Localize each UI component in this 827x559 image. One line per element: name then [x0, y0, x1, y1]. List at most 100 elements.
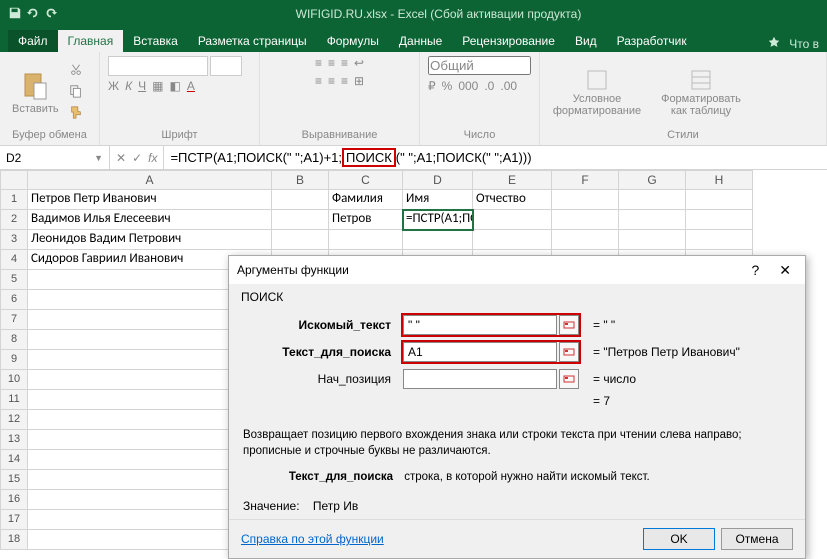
fill-color-icon[interactable]: ◧	[170, 79, 181, 93]
cell[interactable]	[272, 230, 329, 250]
align-bottom-icon[interactable]: ≡	[341, 56, 348, 70]
cut-icon[interactable]	[69, 63, 83, 80]
merge-icon[interactable]: ⊞	[354, 74, 364, 88]
inc-decimal-icon[interactable]: .0	[484, 79, 494, 93]
tab-developer[interactable]: Разработчик	[607, 30, 697, 52]
chevron-down-icon[interactable]: ▼	[94, 153, 103, 163]
row-header[interactable]: 3	[0, 230, 28, 250]
collapse-dialog-icon[interactable]	[559, 369, 579, 389]
row-header[interactable]: 12	[0, 410, 28, 430]
row-header[interactable]: 4	[0, 250, 28, 270]
dialog-titlebar[interactable]: Аргументы функции ? ✕	[229, 256, 805, 284]
col-header[interactable]: A	[28, 170, 272, 190]
row-header[interactable]: 9	[0, 350, 28, 370]
tab-view[interactable]: Вид	[565, 30, 607, 52]
col-header[interactable]: B	[272, 170, 329, 190]
row-header[interactable]: 13	[0, 430, 28, 450]
row-header[interactable]: 10	[0, 370, 28, 390]
name-box[interactable]: ▼	[0, 146, 110, 169]
underline-icon[interactable]: Ч	[138, 79, 146, 93]
row-header[interactable]: 11	[0, 390, 28, 410]
dialog-close-icon[interactable]: ✕	[773, 262, 797, 279]
formula-input[interactable]: =ПСТР(A1;ПОИСК(" ";A1)+1;ПОИСК(" ";A1;ПО…	[164, 146, 827, 169]
fx-icon[interactable]: fx	[148, 151, 157, 165]
arg3-input[interactable]	[403, 369, 557, 389]
italic-icon[interactable]: К	[125, 79, 132, 93]
tab-insert[interactable]: Вставка	[123, 30, 188, 52]
align-top-icon[interactable]: ≡	[315, 56, 322, 70]
font-size-select[interactable]	[210, 56, 242, 76]
arg2-input[interactable]	[403, 342, 557, 362]
font-color-icon[interactable]: А	[187, 79, 195, 93]
collapse-dialog-icon[interactable]	[559, 342, 579, 362]
cell[interactable]: =ПСТР(A1;ПОИСК(" ";A1)+1;ПОИСК(" ";A1;ПО…	[403, 210, 473, 230]
row-header[interactable]: 17	[0, 510, 28, 530]
col-header[interactable]: D	[403, 170, 473, 190]
dec-decimal-icon[interactable]: .00	[500, 79, 517, 93]
redo-icon[interactable]	[44, 6, 58, 23]
cell[interactable]	[473, 230, 552, 250]
cell[interactable]	[619, 190, 686, 210]
collapse-dialog-icon[interactable]	[559, 315, 579, 335]
cell[interactable]	[686, 190, 753, 210]
col-header[interactable]: F	[552, 170, 619, 190]
comma-icon[interactable]: 000	[458, 79, 478, 93]
percent-icon[interactable]: %	[442, 79, 453, 93]
select-all-corner[interactable]	[0, 170, 28, 190]
cancel-formula-icon[interactable]: ✕	[116, 151, 126, 165]
enter-formula-icon[interactable]: ✓	[132, 151, 142, 165]
bold-icon[interactable]: Ж	[108, 79, 119, 93]
save-icon[interactable]	[8, 6, 22, 23]
col-header[interactable]: E	[473, 170, 552, 190]
cell[interactable]: Отчество	[473, 190, 552, 210]
cell[interactable]	[329, 230, 403, 250]
cancel-button[interactable]: Отмена	[721, 528, 793, 550]
tell-me-icon[interactable]	[767, 35, 781, 52]
cell[interactable]	[552, 210, 619, 230]
name-box-input[interactable]	[6, 151, 76, 165]
dialog-help-icon[interactable]: ?	[745, 262, 765, 278]
cell[interactable]	[552, 190, 619, 210]
cell[interactable]	[619, 230, 686, 250]
cell[interactable]: Петров	[329, 210, 403, 230]
align-right-icon[interactable]: ≡	[341, 74, 348, 88]
cell[interactable]: Имя	[403, 190, 473, 210]
format-painter-icon[interactable]	[69, 105, 83, 122]
row-header[interactable]: 7	[0, 310, 28, 330]
cell[interactable]: Леонидов Вадим Петрович	[28, 230, 272, 250]
cell[interactable]	[619, 210, 686, 230]
number-format-select[interactable]	[428, 56, 531, 75]
wrap-text-icon[interactable]: ↩	[354, 56, 364, 70]
currency-icon[interactable]: ₽	[428, 79, 436, 93]
cell[interactable]	[686, 230, 753, 250]
col-header[interactable]: H	[686, 170, 753, 190]
row-header[interactable]: 2	[0, 210, 28, 230]
copy-icon[interactable]	[69, 84, 83, 101]
align-center-icon[interactable]: ≡	[328, 74, 335, 88]
cell[interactable]: Петров Петр Иванович	[28, 190, 272, 210]
align-left-icon[interactable]: ≡	[315, 74, 322, 88]
help-link[interactable]: Справка по этой функции	[241, 532, 384, 546]
tell-me-text[interactable]: Что в	[789, 37, 819, 51]
row-header[interactable]: 6	[0, 290, 28, 310]
cell[interactable]	[686, 210, 753, 230]
row-header[interactable]: 14	[0, 450, 28, 470]
align-middle-icon[interactable]: ≡	[328, 56, 335, 70]
tab-review[interactable]: Рецензирование	[452, 30, 565, 52]
cell[interactable]: Фамилия	[329, 190, 403, 210]
undo-icon[interactable]	[26, 6, 40, 23]
tab-home[interactable]: Главная	[58, 30, 124, 52]
cell[interactable]	[403, 230, 473, 250]
col-header[interactable]: C	[329, 170, 403, 190]
row-header[interactable]: 8	[0, 330, 28, 350]
row-header[interactable]: 1	[0, 190, 28, 210]
cell[interactable]	[272, 210, 329, 230]
row-header[interactable]: 15	[0, 470, 28, 490]
cell[interactable]	[473, 210, 552, 230]
cell[interactable]: Вадимов Илья Елесеевич	[28, 210, 272, 230]
tab-formulas[interactable]: Формулы	[317, 30, 389, 52]
tab-page-layout[interactable]: Разметка страницы	[188, 30, 317, 52]
tab-file[interactable]: Файл	[8, 30, 58, 52]
font-family-select[interactable]	[108, 56, 208, 76]
cell[interactable]	[552, 230, 619, 250]
